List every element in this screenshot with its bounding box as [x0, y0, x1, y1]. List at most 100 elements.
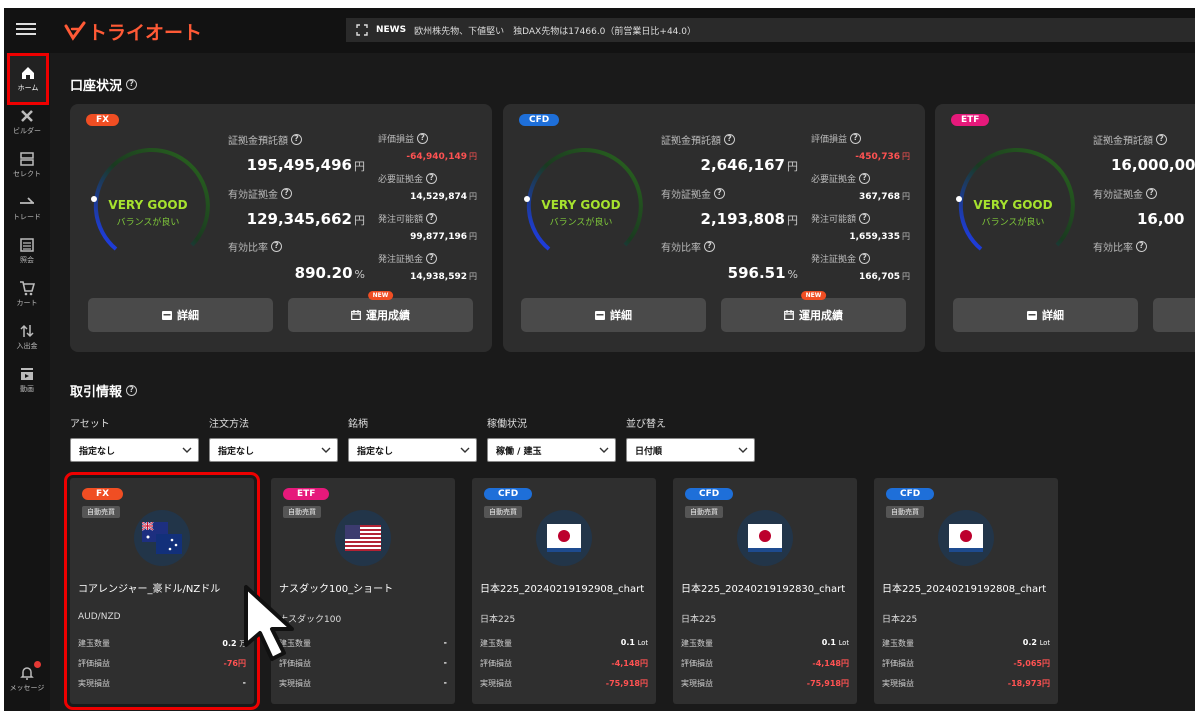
account-card-etf: ETF VERY GOOD バランスが良い 証拠金預託額? 16,000,00 … — [935, 104, 1195, 352]
order-method-select[interactable]: 指定なし — [209, 438, 338, 462]
asset-badge: ETF — [951, 114, 990, 126]
sidebar-item-select[interactable]: セレクト — [4, 145, 50, 185]
help-icon[interactable]: ? — [859, 253, 871, 264]
sidebar-item-builder[interactable]: ビルダー — [4, 102, 50, 142]
sidebar-item-transfer[interactable]: 入出金 — [4, 317, 50, 357]
detail-button[interactable]: 詳細 — [88, 298, 273, 332]
help-icon[interactable]: ? — [1136, 241, 1147, 252]
performance-button[interactable]: NEW 運用成績 — [721, 291, 906, 332]
sidebar-item-inquiry[interactable]: 照会 — [4, 231, 50, 271]
ratio-value: 596.51% — [727, 264, 798, 282]
sidebar-item-home[interactable]: ホーム — [7, 53, 49, 105]
realized-row: 実現損益 - — [78, 678, 246, 688]
main-content: 口座状況? FX VERY GOOD バランスが良い 証拠金預託額? 195,4… — [50, 53, 1195, 711]
help-icon[interactable]: ? — [859, 173, 871, 184]
news-ticker[interactable]: NEWS 欧州株先物、下値堅い 独DAX先物は17466.0（前営業日比+44.… — [346, 18, 1195, 42]
auto-trade-tag: 自動売買 — [886, 506, 924, 518]
performance-button[interactable] — [1153, 298, 1195, 332]
help-icon[interactable]: ? — [859, 213, 871, 224]
sidebar-item-cart[interactable]: カート — [4, 274, 50, 314]
qty-row: 建玉数量 0.1 Lot — [681, 638, 849, 648]
order-margin-value: 14,938,592 円 — [410, 272, 477, 282]
gauge-status: VERY GOOD — [108, 198, 188, 212]
ratio-value: 890.20% — [294, 264, 365, 282]
cart-icon — [20, 281, 35, 296]
order-margin-value: 166,705 円 — [859, 272, 910, 282]
jp-flag-icon — [938, 510, 994, 566]
order-margin-label: 発注証拠金? — [378, 252, 438, 265]
filter-label-sort: 並び替え — [626, 419, 666, 430]
sidebar-item-message[interactable]: メッセージ — [4, 659, 50, 699]
strategy-card[interactable]: CFD 自動売買 日本225_20240219192908_chart 日本22… — [472, 478, 656, 704]
sidebar-item-trade[interactable]: トレード — [4, 188, 50, 228]
detail-button[interactable]: 詳細 — [521, 298, 706, 332]
ratio-label: 有効比率? — [661, 239, 715, 254]
hamburger-icon[interactable] — [16, 20, 36, 40]
help-icon[interactable]: ? — [714, 188, 725, 199]
asset-badge: FX — [82, 488, 124, 500]
jp-flag-icon — [737, 510, 793, 566]
sidebar-item-video[interactable]: 動画 — [4, 360, 50, 400]
strategy-name: 日本225_20240219192908_chart — [480, 584, 645, 595]
help-icon[interactable]: ? — [291, 134, 302, 145]
help-icon[interactable]: ? — [281, 188, 292, 199]
ratio-label: 有効比率? — [228, 239, 282, 254]
strategy-card[interactable]: CFD 自動売買 日本225_20240219192830_chart 日本22… — [673, 478, 857, 704]
status-select[interactable]: 稼働 / 建玉 — [487, 438, 616, 462]
chevron-down-icon — [321, 447, 331, 453]
notification-dot — [34, 661, 41, 668]
help-icon[interactable]: ? — [426, 173, 438, 184]
strategy-card[interactable]: FX 自動売買 コアレンジャー_豪ドル/NZドル AUD/NZD 建玉数量 0.2… — [64, 472, 260, 710]
button-label: 運用成績 — [799, 309, 843, 322]
help-icon[interactable]: ? — [1146, 188, 1157, 199]
help-icon[interactable]: ? — [417, 133, 429, 144]
orderable-amount-value: 1,659,335 円 — [849, 232, 910, 242]
tools-icon — [21, 110, 33, 122]
deposit-label: 証拠金預託額? — [661, 132, 735, 147]
logo[interactable]: トライオート — [64, 18, 202, 44]
symbol-label: 日本225 — [480, 615, 516, 625]
sidebar-item-label: カート — [16, 299, 38, 307]
realized-row: 実現損益 -18,973円 — [882, 679, 1050, 688]
performance-button[interactable]: NEW 運用成績 — [288, 291, 473, 332]
chevron-down-icon — [460, 447, 470, 453]
required-margin-value: 14,529,874 円 — [410, 192, 477, 202]
news-text: 欧州株先物、下値堅い 独DAX先物は17466.0（前営業日比+44.0） — [414, 26, 696, 37]
asset-badge: ETF — [283, 488, 330, 500]
help-icon[interactable]: ? — [426, 213, 438, 224]
qty-row: 建玉数量 0.1 Lot — [480, 638, 648, 648]
order-margin-label: 発注証拠金? — [811, 252, 871, 265]
account-section-title: 口座状況? — [70, 75, 138, 94]
filter-label-symbol: 銘柄 — [348, 419, 368, 430]
symbol-label: 日本225 — [681, 615, 717, 625]
help-icon[interactable]: ? — [724, 134, 735, 145]
asset-badge: CFD — [685, 488, 734, 500]
detail-button[interactable]: 詳細 — [953, 298, 1138, 332]
help-icon[interactable]: ? — [271, 241, 282, 252]
help-icon[interactable]: ? — [704, 241, 715, 252]
sort-select[interactable]: 日付順 — [626, 438, 755, 462]
help-icon[interactable]: ? — [1156, 134, 1167, 145]
asset-select[interactable]: 指定なし — [70, 438, 199, 462]
pl-row: 評価損益 -4,148円 — [480, 659, 648, 668]
symbol-select[interactable]: 指定なし — [348, 438, 477, 462]
chevron-down-icon — [182, 447, 192, 453]
expand-icon[interactable] — [356, 24, 368, 36]
realized-row: 実現損益 -75,918円 — [480, 679, 648, 688]
strategy-name: 日本225_20240219192808_chart — [882, 584, 1047, 595]
gauge-status-sub: バランスが良い — [549, 218, 613, 228]
required-margin-value: 367,768 円 — [859, 192, 910, 202]
trade-icon — [20, 197, 34, 204]
sidebar-item-label: 入出金 — [16, 342, 38, 350]
help-icon[interactable]: ? — [126, 79, 138, 90]
help-icon[interactable]: ? — [126, 385, 138, 396]
gauge-status-sub: バランスが良い — [981, 218, 1045, 228]
sidebar-item-label: 照会 — [20, 256, 34, 264]
strategy-card[interactable]: CFD 自動売買 日本225_20240219192808_chart 日本22… — [874, 478, 1058, 704]
filter-label-status: 稼働状況 — [487, 419, 527, 430]
help-icon[interactable]: ? — [426, 253, 438, 264]
help-icon[interactable]: ? — [850, 133, 862, 144]
strategy-name: コアレンジャー_豪ドル/NZドル — [78, 584, 221, 595]
auto-trade-tag: 自動売買 — [484, 506, 522, 518]
sidebar-item-label: セレクト — [13, 170, 41, 178]
